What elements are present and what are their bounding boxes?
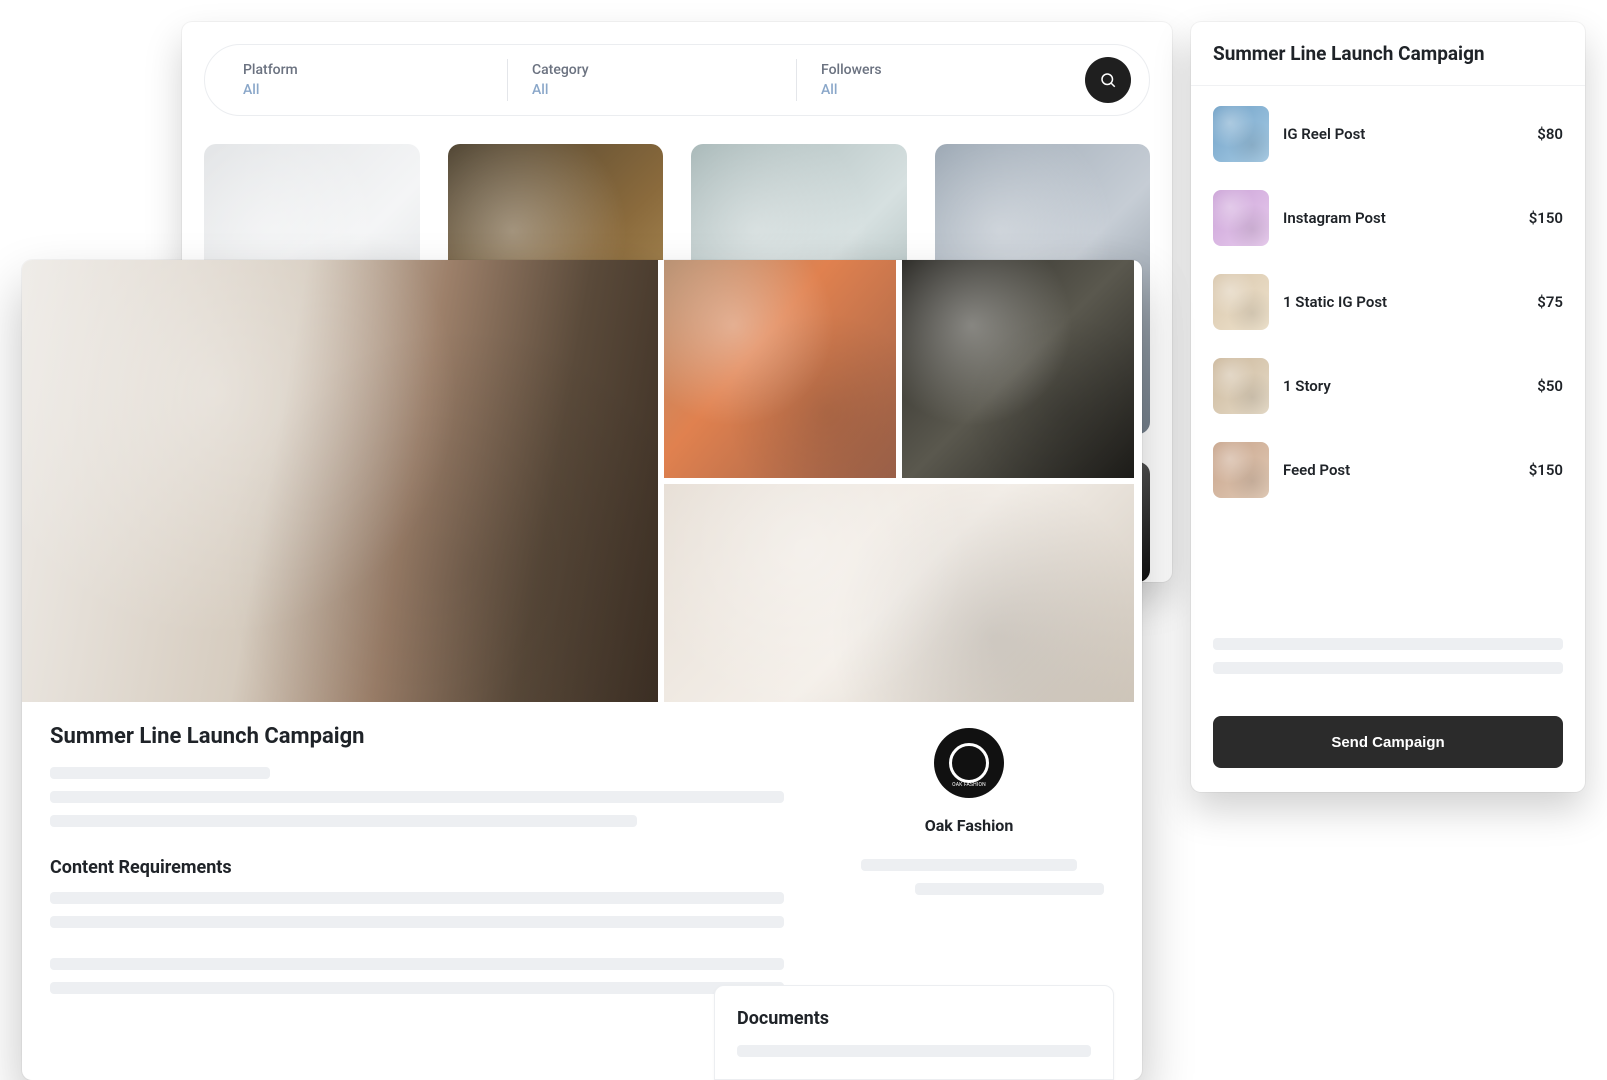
influencer-avatar bbox=[1213, 442, 1269, 498]
campaign-item[interactable]: Instagram Post $150 bbox=[1213, 176, 1563, 260]
campaign-item-price: $75 bbox=[1537, 293, 1563, 311]
platform-filter-value: All bbox=[243, 82, 483, 98]
followers-filter[interactable]: Followers All bbox=[797, 62, 1085, 98]
campaign-item-name: Feed Post bbox=[1283, 461, 1515, 479]
campaign-item-price: $150 bbox=[1529, 461, 1563, 479]
search-icon bbox=[1099, 71, 1117, 89]
search-button[interactable] bbox=[1085, 57, 1131, 103]
campaign-skeleton bbox=[1191, 638, 1585, 700]
campaign-item[interactable]: 1 Story $50 bbox=[1213, 344, 1563, 428]
campaign-item[interactable]: 1 Static IG Post $75 bbox=[1213, 260, 1563, 344]
influencer-avatar bbox=[1213, 274, 1269, 330]
campaign-item-price: $150 bbox=[1529, 209, 1563, 227]
platform-filter[interactable]: Platform All bbox=[219, 62, 507, 98]
gallery-image[interactable] bbox=[902, 260, 1134, 478]
campaign-item-name: Instagram Post bbox=[1283, 209, 1515, 227]
skeleton-line bbox=[50, 815, 637, 827]
skeleton-line bbox=[50, 767, 270, 779]
followers-filter-value: All bbox=[821, 82, 1061, 98]
gallery-image[interactable] bbox=[664, 260, 896, 478]
skeleton-line bbox=[50, 791, 784, 803]
campaign-title: Summer Line Launch Campaign bbox=[1191, 22, 1585, 86]
skeleton-line bbox=[50, 892, 784, 904]
influencer-avatar bbox=[1213, 106, 1269, 162]
campaign-item-name: IG Reel Post bbox=[1283, 125, 1523, 143]
category-filter-value: All bbox=[532, 82, 772, 98]
campaign-panel: Summer Line Launch Campaign IG Reel Post… bbox=[1191, 22, 1585, 792]
campaign-item-price: $50 bbox=[1537, 377, 1563, 395]
documents-heading: Documents bbox=[737, 1008, 1091, 1029]
send-campaign-button[interactable]: Send Campaign bbox=[1213, 716, 1563, 768]
campaign-item-price: $80 bbox=[1537, 125, 1563, 143]
skeleton-line bbox=[737, 1045, 1091, 1057]
influencer-avatar bbox=[1213, 190, 1269, 246]
skeleton-line bbox=[50, 982, 784, 994]
gallery-image-main[interactable] bbox=[22, 260, 658, 702]
category-filter[interactable]: Category All bbox=[508, 62, 796, 98]
detail-title: Summer Line Launch Campaign bbox=[50, 724, 784, 749]
campaign-detail-panel: Summer Line Launch Campaign Content Requ… bbox=[22, 260, 1142, 1080]
detail-gallery bbox=[22, 260, 1142, 702]
campaign-item[interactable]: Feed Post $150 bbox=[1213, 428, 1563, 512]
campaign-footer: Send Campaign bbox=[1191, 700, 1585, 792]
skeleton-line bbox=[915, 883, 1104, 895]
detail-brand-column: Oak Fashion bbox=[824, 724, 1114, 1006]
skeleton-line bbox=[1213, 638, 1563, 650]
skeleton-line bbox=[50, 916, 784, 928]
campaign-item-name: 1 Story bbox=[1283, 377, 1523, 395]
brand-name: Oak Fashion bbox=[824, 816, 1114, 835]
gallery-image[interactable] bbox=[664, 484, 1134, 702]
campaign-item-name: 1 Static IG Post bbox=[1283, 293, 1523, 311]
platform-filter-label: Platform bbox=[243, 62, 483, 78]
brand-logo[interactable] bbox=[934, 728, 1004, 798]
followers-filter-label: Followers bbox=[821, 62, 1061, 78]
skeleton-line bbox=[50, 958, 784, 970]
detail-main-column: Summer Line Launch Campaign Content Requ… bbox=[50, 724, 784, 1006]
campaign-list: IG Reel Post $80 Instagram Post $150 1 S… bbox=[1191, 86, 1585, 638]
campaign-item[interactable]: IG Reel Post $80 bbox=[1213, 92, 1563, 176]
detail-body: Summer Line Launch Campaign Content Requ… bbox=[22, 702, 1142, 1006]
category-filter-label: Category bbox=[532, 62, 772, 78]
skeleton-line bbox=[1213, 662, 1563, 674]
content-requirements-heading: Content Requirements bbox=[50, 857, 784, 878]
skeleton-line bbox=[861, 859, 1077, 871]
filter-bar: Platform All Category All Followers All bbox=[204, 44, 1150, 116]
influencer-avatar bbox=[1213, 358, 1269, 414]
documents-card: Documents bbox=[714, 985, 1114, 1080]
